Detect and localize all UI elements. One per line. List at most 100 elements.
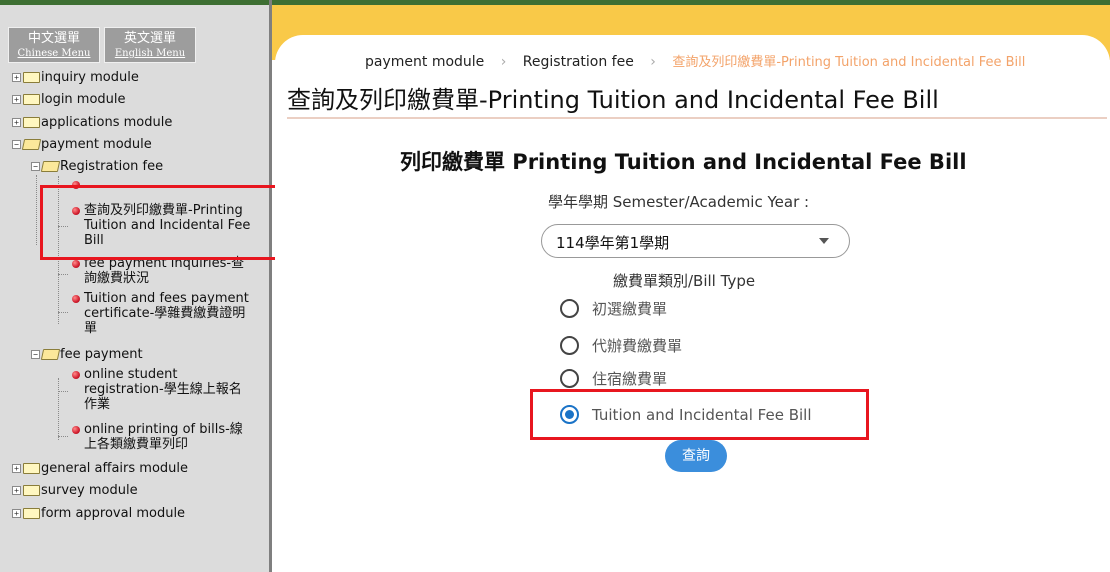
query-button[interactable]: 查詢 [665, 440, 727, 472]
bill-type-option-preliminary[interactable]: 初選繳費單 [560, 298, 667, 319]
collapse-minus-icon[interactable]: − [31, 350, 40, 359]
tree-connector [58, 226, 68, 227]
breadcrumb-separator: › [650, 54, 656, 70]
chinese-menu-button[interactable]: 中文選單 Chinese Menu [8, 27, 100, 63]
open-folder-icon [21, 139, 42, 150]
tree-leaf-online-printing[interactable]: online printing of bills-線 上各類繳費單列印 [72, 422, 243, 452]
radio-button[interactable] [560, 336, 579, 355]
tree-node-form-approval[interactable]: + form approval module [12, 506, 185, 521]
radio-label: 住宿繳費單 [592, 370, 668, 388]
leaf-label-line: online printing of bills-線 [84, 422, 243, 437]
bullet-ball-icon [72, 260, 80, 268]
tree-connector [58, 176, 59, 324]
bullet-ball-icon [72, 371, 80, 379]
tree-node-fee-payment[interactable]: − fee payment [31, 347, 143, 362]
tree-connector [58, 312, 68, 313]
expand-plus-icon[interactable]: + [12, 95, 21, 104]
tree-node-label: general affairs module [41, 461, 189, 476]
tree-node-label: survey module [41, 483, 138, 498]
folder-icon [23, 94, 40, 105]
english-menu-button[interactable]: 英文選單 English Menu [104, 27, 196, 63]
title-divider [287, 117, 1107, 119]
leaf-label-line: 作業 [84, 397, 111, 412]
main-content-panel [275, 35, 1110, 572]
leaf-label-line: Tuition and fees payment [84, 291, 249, 306]
sidebar-top-line [0, 0, 269, 5]
chevron-down-icon [819, 238, 829, 244]
leaf-label-line: 查詢及列印繳費單-Printing [84, 203, 243, 218]
expand-plus-icon[interactable]: + [12, 118, 21, 127]
radio-button[interactable] [560, 299, 579, 318]
collapse-minus-icon[interactable]: − [31, 162, 40, 171]
bullet-ball-icon [72, 295, 80, 303]
bill-type-option-accommodation[interactable]: 住宿繳費單 [560, 368, 667, 389]
tree-node-login[interactable]: + login module [12, 92, 126, 107]
bullet-ball-icon [72, 181, 80, 189]
english-menu-sublabel: English Menu [114, 48, 186, 59]
tree-node-registration-fee[interactable]: − Registration fee [31, 159, 163, 174]
radio-button-checked[interactable] [560, 405, 579, 424]
semester-selected-value: 114學年第1學期 [556, 234, 670, 252]
tree-connector [58, 436, 68, 437]
english-menu-label: 英文選單 [123, 31, 176, 46]
tree-node-payment[interactable]: − payment module [12, 137, 152, 152]
bill-type-label: 繳費單類別/Bill Type [613, 272, 756, 290]
tree-node-label: login module [41, 92, 126, 107]
expand-plus-icon[interactable]: + [12, 73, 21, 82]
tree-connector [58, 378, 59, 440]
chinese-menu-label: 中文選單 [27, 31, 80, 46]
semester-label: 學年學期 Semester/Academic Year : [548, 193, 810, 211]
tree-node-label: form approval module [41, 506, 186, 521]
leaf-label-line: online student [84, 367, 178, 382]
semester-select[interactable]: 114學年第1學期 [541, 224, 850, 258]
leaf-label-line: registration-學生線上報名 [84, 382, 242, 397]
tree-connector [36, 175, 37, 245]
leaf-label-line: 上各類繳費單列印 [84, 437, 189, 452]
folder-icon [23, 463, 40, 474]
tree-node-label: applications module [41, 115, 173, 130]
leaf-label-line: certificate-學雜費繳費證明 [84, 306, 246, 321]
folder-icon [23, 72, 40, 83]
bill-type-option-agency-fee[interactable]: 代辦費繳費單 [560, 335, 682, 356]
bullet-ball-icon [72, 426, 80, 434]
tree-leaf-payment-certificate[interactable]: Tuition and fees payment certificate-學雜費… [72, 291, 249, 336]
tree-node-label: fee payment [60, 347, 143, 362]
radio-label: 初選繳費單 [592, 300, 668, 318]
tree-node-label: inquiry module [41, 70, 139, 85]
sidebar-tree-menu: 中文選單 Chinese Menu 英文選單 English Menu + in… [0, 0, 272, 572]
form-heading: 列印繳費單 Printing Tuition and Incidental Fe… [400, 150, 967, 174]
leaf-label-line: fee payment inquiries-查 [84, 256, 245, 271]
tree-node-general-affairs[interactable]: + general affairs module [12, 461, 188, 476]
tree-node-label: payment module [41, 137, 152, 152]
leaf-label-line: 詢繳費狀況 [84, 271, 150, 286]
tree-node-inquiry[interactable]: + inquiry module [12, 70, 139, 85]
folder-icon [23, 508, 40, 519]
folder-icon [23, 117, 40, 128]
collapse-minus-icon[interactable]: − [12, 140, 21, 149]
open-folder-icon [40, 161, 61, 172]
tree-node-survey[interactable]: + survey module [12, 483, 138, 498]
tree-connector [58, 391, 68, 392]
breadcrumb-item-payment[interactable]: payment module [365, 54, 484, 70]
radio-label: Tuition and Incidental Fee Bill [592, 405, 812, 424]
radio-label: 代辦費繳費單 [592, 337, 683, 355]
breadcrumb-separator: › [500, 54, 507, 70]
leaf-label-line: Bill [84, 233, 104, 248]
tree-leaf-empty [72, 181, 80, 189]
expand-plus-icon[interactable]: + [12, 486, 21, 495]
tree-leaf-online-registration[interactable]: online student registration-學生線上報名 作業 [72, 367, 242, 412]
breadcrumb-item-registration-fee[interactable]: Registration fee [523, 54, 634, 70]
tree-node-applications[interactable]: + applications module [12, 115, 172, 130]
expand-plus-icon[interactable]: + [12, 464, 21, 473]
expand-plus-icon[interactable]: + [12, 509, 21, 518]
tree-leaf-print-bill[interactable]: 查詢及列印繳費單-Printing Tuition and Incidental… [72, 203, 250, 248]
leaf-label-line: Tuition and Incidental Fee [84, 218, 251, 233]
radio-button[interactable] [560, 369, 579, 388]
tree-leaf-fee-inquiries[interactable]: fee payment inquiries-查 詢繳費狀況 [72, 256, 244, 286]
breadcrumb: payment module › Registration fee › 查詢及列… [365, 51, 1025, 70]
main-top-line [272, 0, 1110, 5]
open-folder-icon [40, 349, 61, 360]
bill-type-option-tuition[interactable]: Tuition and Incidental Fee Bill [560, 405, 812, 424]
tree-connector [58, 274, 68, 275]
tree-node-label: Registration fee [60, 159, 164, 174]
